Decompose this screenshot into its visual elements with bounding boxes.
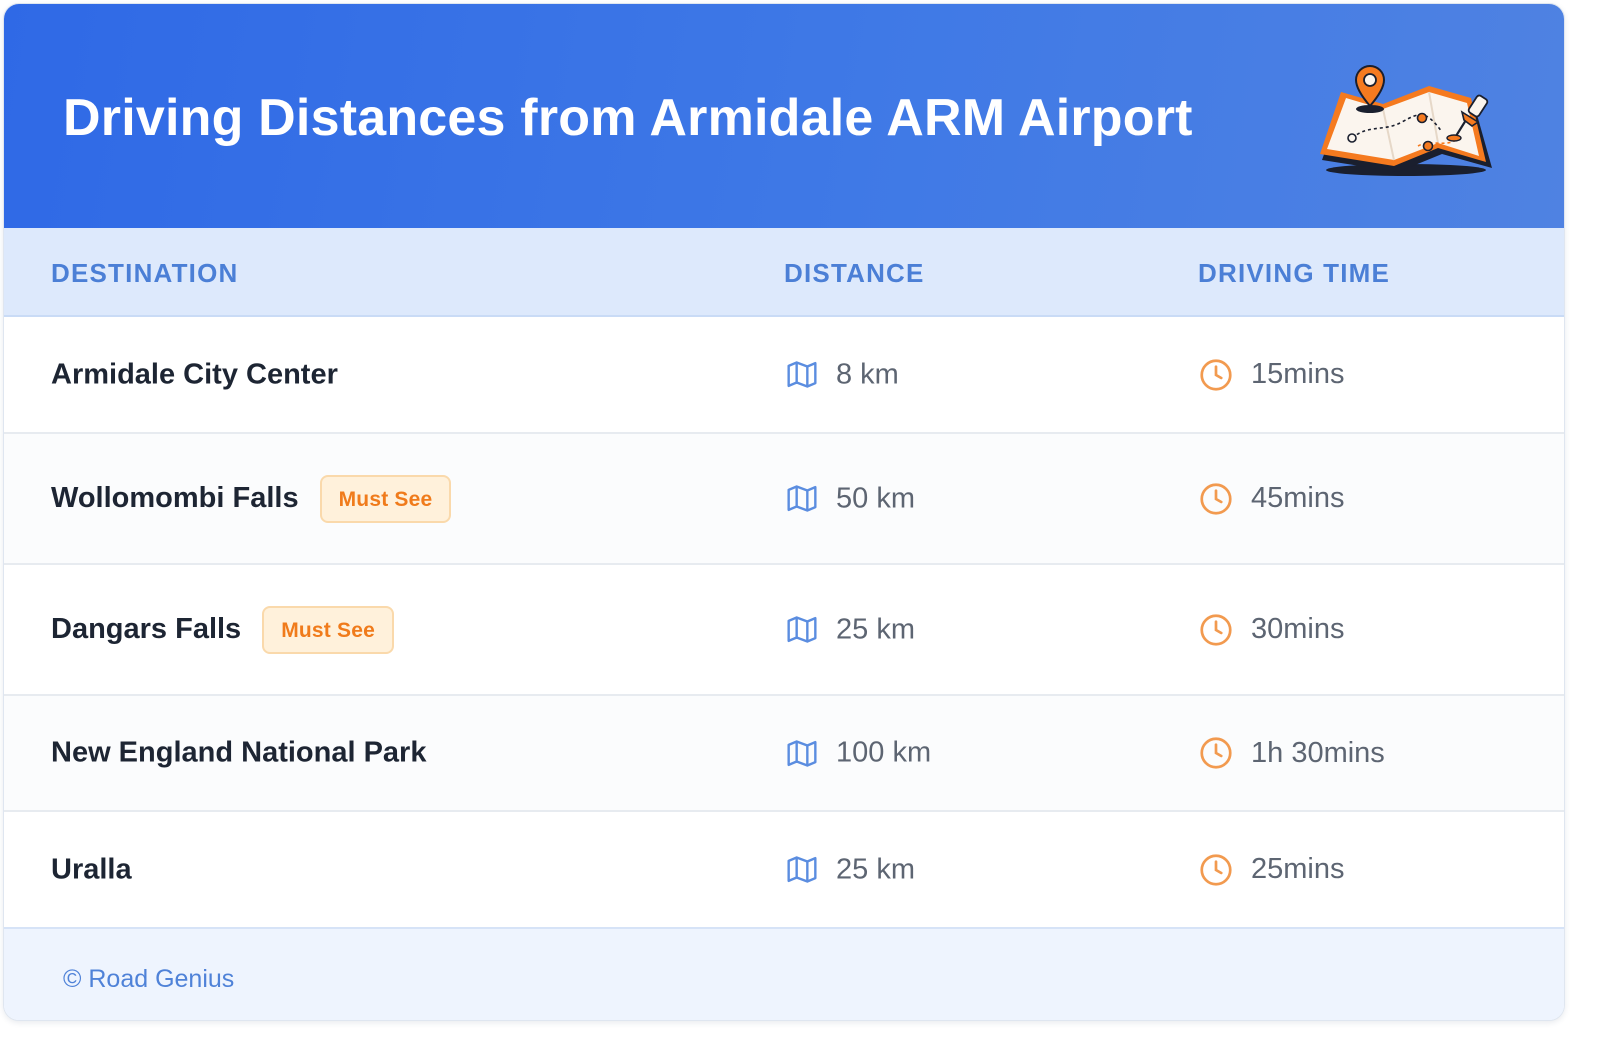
- driving-time-cell: 15mins: [1198, 357, 1345, 393]
- destination-name: Uralla: [51, 853, 132, 885]
- distance-value: 8 km: [836, 358, 899, 390]
- table-header: DESTINATION DISTANCE DRIVING TIME: [4, 228, 1564, 317]
- driving-time-value: 15mins: [1251, 358, 1345, 390]
- must-see-badge: Must See: [319, 474, 452, 523]
- card-footer: © Road Genius: [4, 927, 1564, 1020]
- clock-icon: [1200, 613, 1232, 646]
- destination-name: Dangars Falls: [51, 613, 242, 645]
- destination-cell: New England National Park: [51, 737, 426, 770]
- map-icon: [787, 485, 817, 512]
- map-icon: [787, 361, 817, 388]
- distance-cell: 8 km: [785, 358, 899, 391]
- destination-cell: Wollomombi Falls Must See: [51, 474, 452, 523]
- destination-cell: Dangars Falls Must See: [51, 605, 394, 654]
- distance-value: 100 km: [836, 736, 932, 769]
- driving-time-cell: 1h 30mins: [1198, 735, 1385, 771]
- must-see-badge: Must See: [262, 605, 394, 654]
- footer-credit: © Road Genius: [63, 965, 235, 993]
- driving-time-cell: 30mins: [1198, 612, 1345, 648]
- destination-name: New England National Park: [51, 736, 427, 769]
- distance-card: Driving Distances from Armidale ARM Airp…: [3, 3, 1565, 1021]
- distance-value: 50 km: [836, 482, 915, 514]
- driving-time-value: 45mins: [1251, 482, 1345, 514]
- card-header: Driving Distances from Armidale ARM Airp…: [4, 4, 1564, 228]
- clock-icon: [1200, 482, 1232, 515]
- driving-time-value: 1h 30mins: [1251, 736, 1385, 769]
- destination-name: Wollomombi Falls: [51, 482, 299, 514]
- table-row: Dangars Falls Must See 25 km 30mins: [4, 565, 1564, 696]
- map-icon: [787, 856, 817, 883]
- distance-cell: 50 km: [785, 482, 915, 515]
- table-row: Wollomombi Falls Must See 50 km 45mins: [4, 434, 1564, 565]
- driving-time-cell: 25mins: [1198, 852, 1345, 888]
- clock-icon: [1200, 358, 1232, 391]
- distance-cell: 100 km: [785, 737, 931, 770]
- destination-cell: Armidale City Center: [51, 358, 338, 391]
- table-row: New England National Park 100 km 1h 30mi…: [4, 696, 1564, 812]
- driving-time-value: 30mins: [1251, 613, 1345, 645]
- table-row: Armidale City Center 8 km 15mins: [4, 317, 1564, 434]
- table-row: Uralla 25 km 25mins: [4, 812, 1564, 927]
- map-icon: [787, 739, 817, 767]
- column-header-driving-time: DRIVING TIME: [1198, 258, 1391, 288]
- distance-cell: 25 km: [785, 853, 915, 886]
- destination-name: Armidale City Center: [51, 358, 338, 390]
- driving-time-cell: 45mins: [1198, 481, 1345, 517]
- distance-cell: 25 km: [785, 613, 915, 646]
- clock-icon: [1200, 737, 1232, 769]
- map-icon: [787, 616, 817, 643]
- driving-time-value: 25mins: [1251, 853, 1345, 885]
- distance-value: 25 km: [836, 853, 915, 885]
- column-header-destination: DESTINATION: [51, 258, 239, 288]
- distance-value: 25 km: [836, 613, 915, 645]
- map-with-pins-icon: [1320, 65, 1492, 176]
- column-header-distance: DISTANCE: [784, 258, 925, 288]
- clock-icon: [1200, 853, 1232, 886]
- page-title: Driving Distances from Armidale ARM Airp…: [63, 89, 1193, 147]
- destination-cell: Uralla: [51, 853, 132, 886]
